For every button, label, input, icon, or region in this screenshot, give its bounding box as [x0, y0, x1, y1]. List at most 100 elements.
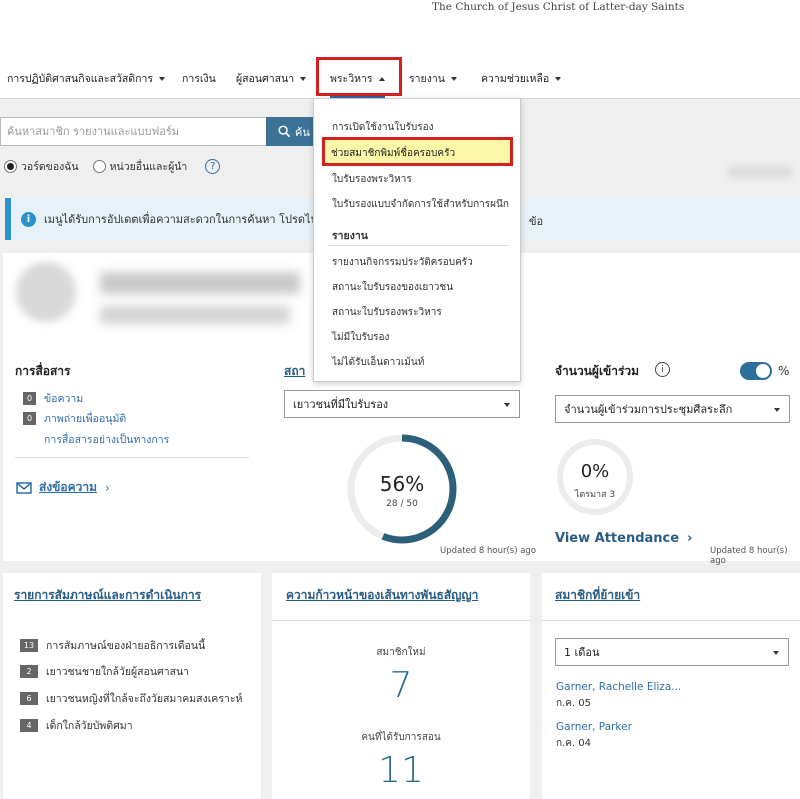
menu-item-not-endowed[interactable]: ไม่ได้รับเอ็นดาวเม้นท์	[332, 355, 424, 370]
comm-row-photos[interactable]: 0 ภาพถ่ายเพื่ออนุมัติ	[23, 410, 126, 427]
taught-label: คนที่ได้รับการสอน	[361, 732, 441, 743]
divider	[542, 620, 800, 621]
comm-row-official[interactable]: การสื่อสารอย่างเป็นทางการ	[44, 431, 169, 448]
nav-help[interactable]: ความช่วยเหลือ	[481, 70, 562, 87]
status-title[interactable]: สถา	[284, 362, 305, 381]
send-message-label: ส่งข้อความ	[39, 480, 98, 494]
menu-item-temple-recommend-status[interactable]: สถานะใบรับรองพระวิหาร	[332, 305, 442, 320]
interviews-card	[3, 573, 261, 799]
moved-in-period-select[interactable]: 1 เดือน	[555, 638, 789, 666]
interview-row[interactable]: 2 เยาวชนชายใกล้วัยผู้สอนศาสนา	[20, 663, 189, 680]
count-badge: 6	[20, 692, 38, 705]
banner-text: เมนูได้รับการอัปเดตเพื่อความสะดวกในการค้…	[44, 213, 318, 226]
menu-item-temple-recommend[interactable]: ใบรับรองพระวิหาร	[332, 172, 412, 187]
member-date: ก.ค. 04	[556, 738, 592, 749]
interview-label: การสัมภาษณ์ของฝ่ายอธิการเดือนนี้	[46, 640, 206, 652]
chevron-right-icon: ›	[105, 480, 110, 495]
status-updated: Updated 8 hour(s) ago	[440, 546, 537, 556]
menu-item-no-recommend[interactable]: ไม่มีใบรับรอง	[332, 330, 389, 345]
org-name: The Church of Jesus Christ of Latter-day…	[432, 1, 685, 13]
search-button-label: ค้น	[295, 125, 310, 139]
radio-my-ward[interactable]	[4, 160, 17, 173]
radio-label: หน่วยอื่นและผู้นำ	[109, 161, 188, 173]
dropdown-arrow-icon	[504, 403, 510, 407]
search-icon	[278, 125, 291, 138]
nav-finance[interactable]: การเงิน	[182, 70, 216, 87]
taught-value[interactable]: 11	[272, 750, 530, 791]
info-icon: i	[21, 211, 36, 227]
interviews-title[interactable]: รายการสัมภาษณ์และการดำเนินการ	[14, 586, 201, 605]
search-input[interactable]	[1, 118, 266, 145]
count-badge: 0	[23, 392, 36, 405]
chevron-right-icon: ›	[687, 531, 693, 546]
avatar	[16, 262, 76, 322]
comm-link: ภาพถ่ายเพื่ออนุมัติ	[44, 413, 127, 425]
interview-label: เยาวชนหญิงที่ใกล้จะถึงวัยสมาคมสงเคราะห์	[46, 693, 243, 705]
chevron-down-icon	[159, 76, 166, 81]
nav-label: การเงิน	[182, 73, 216, 85]
help-icon[interactable]: ?	[205, 159, 221, 174]
view-attendance-label: View Attendance	[555, 531, 680, 546]
menu-item-label: ช่วยสมาชิกพิมพ์ชื่อครอบครัว	[331, 148, 456, 159]
menu-item-limited-use-recommend[interactable]: ใบรับรองแบบจำกัดการใช้สำหรับการผนึก	[332, 197, 509, 212]
divider	[15, 457, 249, 458]
count-badge: 0	[23, 412, 36, 425]
comm-row-messages[interactable]: 0 ข้อความ	[23, 390, 83, 407]
select-value: จำนวนผู้เข้าร่วมการประชุมศีลระลึก	[564, 403, 733, 416]
blurred-text	[728, 166, 792, 178]
nav-label: ความช่วยเหลือ	[481, 73, 550, 85]
count-badge: 2	[20, 665, 38, 678]
menu-item-youth-recommend-status[interactable]: สถานะใบรับรองของเยาวชน	[332, 280, 453, 295]
chevron-down-icon	[300, 76, 307, 81]
interview-row[interactable]: 6 เยาวชนหญิงที่ใกล้จะถึงวัยสมาคมสงเคราะห…	[20, 690, 242, 707]
blurred-name	[100, 272, 300, 294]
blurred-subtitle	[100, 306, 290, 324]
new-members-value[interactable]: 7	[272, 665, 530, 706]
nav-label: ผู้สอนศาสนา	[236, 73, 295, 85]
status-percent: 56%	[379, 472, 425, 496]
search-box	[0, 117, 266, 146]
envelope-icon	[16, 481, 32, 494]
nav-missionary[interactable]: ผู้สอนศาสนา	[236, 70, 307, 87]
interview-label: เด็กใกล้วัยบัพติศมา	[46, 720, 133, 732]
radio-other-units[interactable]	[92, 160, 106, 173]
info-icon[interactable]: i	[655, 362, 670, 377]
member-name-link[interactable]: Garner, Rachelle Eliza...	[556, 681, 681, 693]
interview-row[interactable]: 13 การสัมภาษณ์ของฝ่ายอธิการเดือนนี้	[20, 637, 205, 654]
search-button[interactable]: ค้น	[266, 117, 316, 146]
dropdown-arrow-icon	[774, 408, 780, 412]
attendance-title: จำนวนผู้เข้าร่วม	[555, 364, 640, 378]
nav-reports[interactable]: รายงาน	[409, 70, 457, 87]
menu-section-reports: รายงาน	[332, 230, 368, 242]
count-badge: 13	[20, 639, 38, 652]
member-name-link[interactable]: Garner, Parker	[556, 721, 632, 733]
menu-item-family-names[interactable]: ช่วยสมาชิกพิมพ์ชื่อครอบครัว	[322, 137, 513, 166]
view-attendance-link[interactable]: View Attendance ›	[555, 531, 692, 546]
attendance-percent: 0%	[580, 461, 610, 482]
divider	[272, 620, 530, 621]
percent-toggle[interactable]	[740, 362, 772, 380]
interview-row[interactable]: 4 เด็กใกล้วัยบัพติศมา	[20, 717, 133, 734]
attendance-select[interactable]: จำนวนผู้เข้าร่วมการประชุมศีลระลึก	[555, 395, 790, 423]
status-select[interactable]: เยาวชนที่มีใบรับรอง	[284, 390, 520, 418]
nav-ministering-welfare[interactable]: การปฏิบัติศาสนกิจและสวัสดิการ	[7, 70, 166, 87]
chevron-down-icon	[555, 76, 562, 81]
banner-text-tail: ข้อ	[529, 215, 544, 228]
attendance-sublabel: ไตรมาส 3	[574, 490, 616, 500]
top-header: The Church of Jesus Christ of Latter-day…	[0, 0, 800, 56]
menu-item-recommend-activation[interactable]: การเปิดใช้งานใบรับรอง	[332, 120, 434, 135]
comm-link: ข้อความ	[44, 393, 84, 405]
covenant-title[interactable]: ความก้าวหน้าของเส้นทางพันธสัญญา	[286, 586, 478, 605]
toggle-label: %	[778, 364, 790, 378]
menu-item-family-history-activity[interactable]: รายงานกิจกรรมประวัติครอบครัว	[332, 255, 473, 270]
send-message-link[interactable]: ส่งข้อความ ›	[16, 478, 110, 497]
moved-in-title[interactable]: สมาชิกที่ย้ายเข้า	[555, 586, 640, 605]
menu-divider	[328, 245, 508, 246]
attendance-updated: Updated 8 hour(s) ago	[710, 546, 788, 566]
radio-label: วอร์ดของฉัน	[21, 161, 79, 173]
dropdown-arrow-icon	[773, 651, 779, 655]
nav-label: รายงาน	[409, 73, 445, 85]
status-fraction: 28 / 50	[386, 499, 418, 509]
count-badge: 4	[20, 719, 38, 732]
new-members-label: สมาชิกใหม่	[376, 647, 426, 658]
